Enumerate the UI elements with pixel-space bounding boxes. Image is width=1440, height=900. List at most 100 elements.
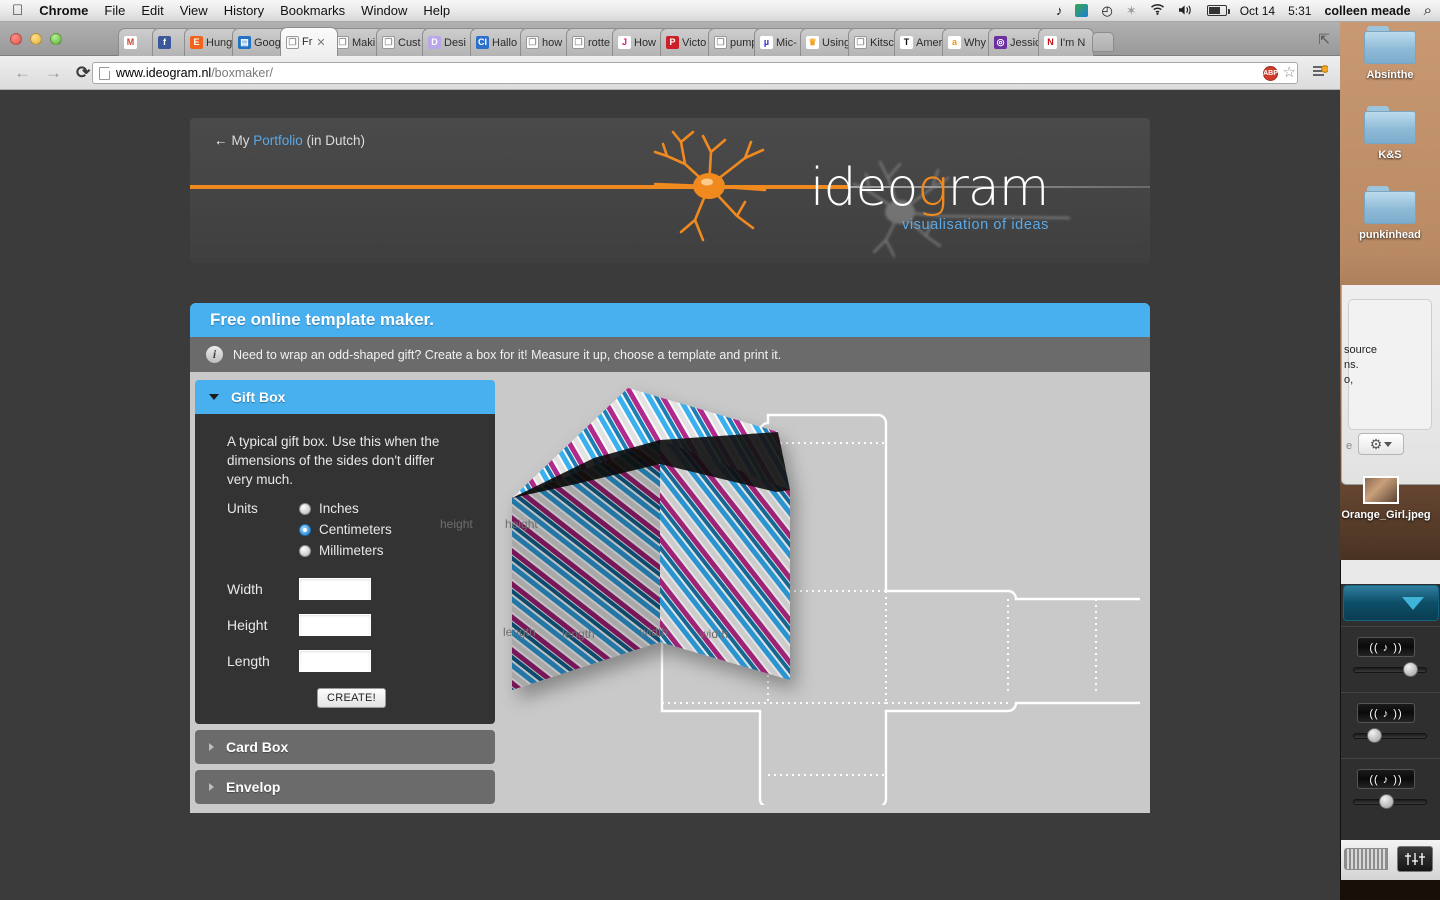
- box-diagram-svg: height length width: [505, 388, 1148, 809]
- accordion-header-giftbox[interactable]: Gift Box: [195, 380, 495, 414]
- card-body: Gift Box A typical gift box. Use this wh…: [190, 372, 1150, 813]
- dropbox-icon[interactable]: [1075, 4, 1089, 17]
- reload-button[interactable]: ⟳: [76, 64, 90, 81]
- menu-item-view[interactable]: View: [180, 3, 208, 18]
- facebook-favicon-icon: f: [158, 36, 171, 49]
- info-icon: i: [206, 346, 223, 363]
- browser-tab-4[interactable]: ❐ Fr ✕: [280, 27, 338, 56]
- bluetooth-icon[interactable]: ✶: [1126, 4, 1137, 17]
- equalizer-button[interactable]: [1397, 846, 1433, 872]
- dialog-gear-row[interactable]: ⚙: [1344, 432, 1434, 456]
- wifi-icon[interactable]: [1150, 3, 1165, 18]
- spotlight-search-icon[interactable]: ⌕: [1424, 3, 1432, 18]
- time-machine-icon[interactable]: ◴: [1101, 4, 1112, 17]
- box-illustration: height length width height length width: [440, 380, 1148, 809]
- browser-tabstrip[interactable]: Mf E Hung ▤ Goog ❐ Fr ✕ ❐ Maki ❐ Cust D Desi CI Hallo ❐ h…: [0, 22, 1340, 56]
- height-input[interactable]: [299, 614, 371, 636]
- back-button[interactable]: ←: [14, 64, 31, 81]
- create-row: CREATE!: [209, 688, 481, 708]
- mixer-channel-2[interactable]: (( ♪ )): [1341, 692, 1440, 758]
- length-input[interactable]: [299, 650, 371, 672]
- giftbox-form-panel: A typical gift box. Use this when the di…: [195, 414, 495, 724]
- desktop-folder-punkinhead[interactable]: punkinhead: [1340, 186, 1440, 241]
- address-bar[interactable]: www.ideogram.nl/boxmaker/: [92, 62, 1298, 84]
- battery-icon[interactable]: [1206, 5, 1230, 16]
- window-minimize-button[interactable]: [30, 33, 42, 45]
- width-label: Width: [227, 581, 263, 597]
- menu-item-file[interactable]: File: [104, 3, 125, 18]
- volume-slider-knob[interactable]: [1379, 794, 1394, 809]
- audio-mixer-panel[interactable]: (( ♪ )) (( ♪ )) (( ♪ )): [1340, 560, 1440, 880]
- apple-logo-icon[interactable]: : [12, 3, 23, 18]
- pink-j-favicon-icon: J: [618, 36, 631, 49]
- radio-icon[interactable]: [299, 544, 311, 557]
- menubar-status-area[interactable]: ♪ ◴ ✶ Oct 14 5:31 colleen meade ⌕: [1056, 3, 1432, 18]
- mixer-header-dropdown[interactable]: [1343, 585, 1439, 621]
- file-thumbnail-orange-girl[interactable]: [1363, 476, 1399, 504]
- create-button[interactable]: CREATE!: [317, 688, 386, 708]
- speaker-music-icon[interactable]: (( ♪ )): [1357, 769, 1415, 789]
- card-title: Free online template maker.: [190, 303, 1150, 337]
- speaker-music-icon[interactable]: (( ♪ )): [1357, 703, 1415, 723]
- window-close-button[interactable]: [10, 33, 22, 45]
- browser-tab-20[interactable]: N I'm N: [1038, 28, 1094, 56]
- bookmark-star-icon[interactable]: ☆: [1283, 65, 1296, 80]
- fullscreen-icon[interactable]: ⇱: [1318, 31, 1330, 48]
- card-info-bar: i Need to wrap an odd-shaped gift? Creat…: [190, 337, 1150, 372]
- browser-toolbar[interactable]: ← → ⟳ www.ideogram.nl/boxmaker/ ABP ☆: [0, 56, 1340, 90]
- gear-dropdown-button[interactable]: ⚙: [1358, 433, 1404, 455]
- template-accordion[interactable]: Gift Box A typical gift box. Use this wh…: [195, 380, 495, 804]
- dimension-label-length: length: [562, 627, 595, 641]
- folder-label: punkinhead: [1359, 229, 1421, 241]
- chevron-down-icon: [209, 394, 219, 400]
- radio-icon[interactable]: [299, 502, 311, 515]
- accordion-header-cardbox[interactable]: Card Box: [195, 730, 495, 764]
- desktop-folder-ks[interactable]: K&S: [1340, 106, 1440, 161]
- desktop-folder-absinthe[interactable]: Absinthe: [1340, 26, 1440, 81]
- menubar-username[interactable]: colleen meade: [1324, 4, 1410, 18]
- mixer-channel-3[interactable]: (( ♪ )): [1341, 758, 1440, 824]
- radio-icon-selected[interactable]: [299, 523, 311, 536]
- tab-close-icon[interactable]: ✕: [316, 36, 325, 49]
- radio-option-inches[interactable]: Inches: [299, 501, 392, 516]
- pinterest-favicon-icon: P: [666, 36, 679, 49]
- new-tab-button[interactable]: [1092, 32, 1114, 52]
- volume-slider-track[interactable]: [1353, 733, 1427, 739]
- speaker-music-icon[interactable]: (( ♪ )): [1357, 637, 1415, 657]
- menu-item-help[interactable]: Help: [423, 3, 450, 18]
- background-dialog-window[interactable]: source ns. o, e ⚙: [1341, 285, 1440, 485]
- menu-item-history[interactable]: History: [224, 3, 264, 18]
- volume-slider-knob[interactable]: [1367, 728, 1382, 743]
- mixer-channel-1[interactable]: (( ♪ )): [1341, 626, 1440, 692]
- adblock-icon[interactable]: ABP: [1263, 66, 1278, 81]
- volume-icon[interactable]: [1178, 4, 1194, 18]
- page-favicon-icon: ❐: [286, 35, 299, 49]
- page-favicon-icon: ❐: [854, 36, 867, 49]
- forward-button[interactable]: →: [45, 64, 62, 81]
- tab-label: How: [634, 36, 657, 49]
- menu-item-chrome[interactable]: Chrome: [39, 3, 88, 18]
- units-radio-group[interactable]: Inches Centimeters Millimeters: [299, 501, 392, 564]
- menu-item-window[interactable]: Window: [361, 3, 407, 18]
- crown-favicon-icon: ♛: [806, 36, 819, 49]
- tab-label: Cust: [398, 36, 421, 49]
- width-input[interactable]: [299, 578, 371, 600]
- folder-icon: [1364, 186, 1416, 226]
- window-zoom-button[interactable]: [50, 33, 62, 45]
- card-info-text: Need to wrap an odd-shaped gift? Create …: [233, 347, 782, 362]
- accordion-header-envelop[interactable]: Envelop: [195, 770, 495, 804]
- chrome-menu-icon[interactable]: [1312, 64, 1329, 81]
- radio-option-centimeters[interactable]: Centimeters: [299, 522, 392, 537]
- portfolio-link-text: Portfolio: [253, 133, 303, 148]
- portfolio-back-link[interactable]: ← My Portfolio (in Dutch): [214, 133, 365, 148]
- label-width: width: [640, 625, 669, 639]
- dialog-text-line-2: ns.: [1344, 359, 1359, 371]
- menu-item-edit[interactable]: Edit: [141, 3, 163, 18]
- mac-menubar[interactable]:  Chrome File Edit View History Bookmark…: [0, 0, 1440, 22]
- volume-slider-knob[interactable]: [1403, 662, 1418, 677]
- menu-item-bookmarks[interactable]: Bookmarks: [280, 3, 345, 18]
- field-row-length: Length: [209, 650, 481, 672]
- radio-option-millimeters[interactable]: Millimeters: [299, 543, 392, 558]
- music-note-icon[interactable]: ♪: [1056, 4, 1063, 17]
- amazon-favicon-icon: a: [948, 36, 961, 49]
